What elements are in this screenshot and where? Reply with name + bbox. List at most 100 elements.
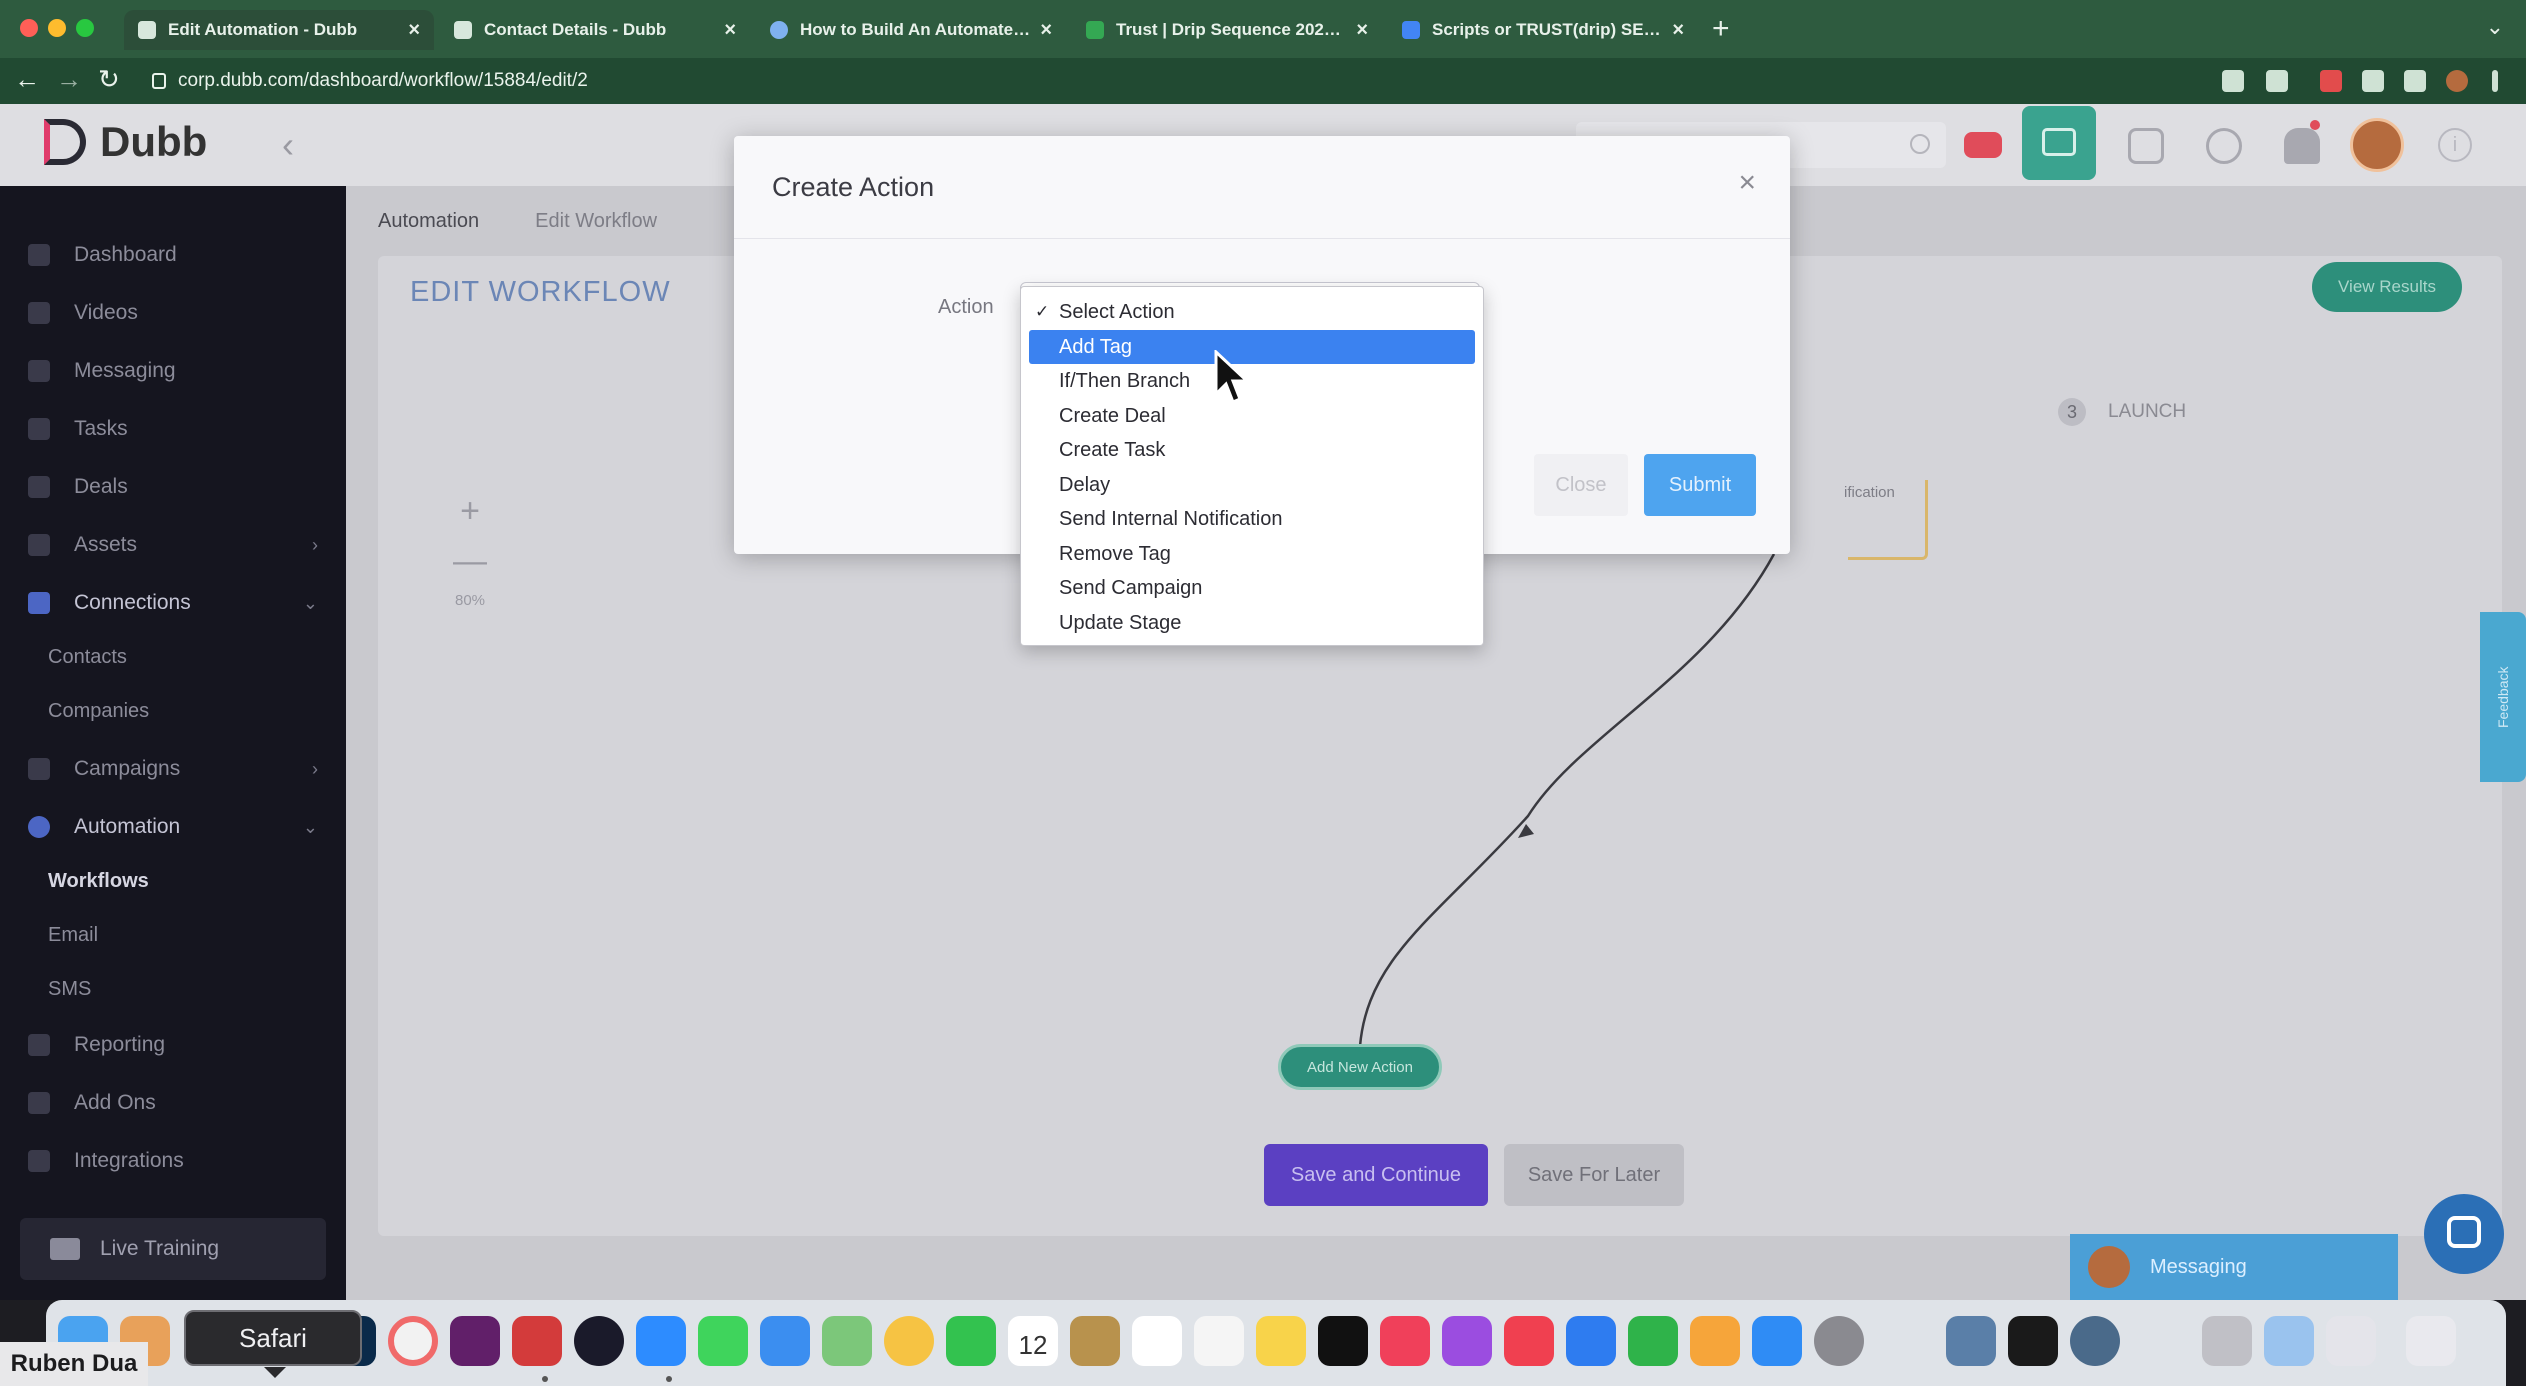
tab-close-icon[interactable]: × — [1040, 19, 1052, 42]
tab-close-icon[interactable]: × — [1356, 19, 1368, 42]
sidebar-item-messaging[interactable]: Messaging — [28, 354, 328, 388]
bell-icon[interactable] — [2284, 128, 2320, 164]
address-bar[interactable]: corp.dubb.com/dashboard/workflow/15884/e… — [152, 64, 2132, 98]
sidebar-item-campaigns[interactable]: Campaigns › — [28, 752, 328, 786]
messaging-header-button[interactable] — [2022, 106, 2096, 180]
record-video-icon[interactable] — [1964, 132, 2002, 158]
reminders-icon[interactable] — [1132, 1316, 1182, 1366]
sidebar-subitem-companies[interactable]: Companies — [48, 700, 149, 723]
reload-icon[interactable]: ↻ — [98, 64, 120, 95]
zoom-app-icon[interactable] — [636, 1316, 686, 1366]
sidebar-subitem-workflows[interactable]: Workflows — [48, 870, 149, 893]
browser-tab-how-to-build[interactable]: How to Build An Automated S × — [756, 10, 1066, 50]
minimize-window-icon[interactable] — [48, 19, 66, 37]
sidebar-item-reporting[interactable]: Reporting — [28, 1028, 328, 1062]
more-menu-icon[interactable] — [2492, 70, 2498, 92]
sidebar-subitem-sms[interactable]: SMS — [48, 978, 91, 1001]
podcasts-icon[interactable] — [1442, 1316, 1492, 1366]
sidebar-item-dashboard[interactable]: Dashboard — [28, 238, 328, 272]
keynote-icon[interactable] — [1566, 1316, 1616, 1366]
chat-launcher-button[interactable] — [2424, 1194, 2504, 1274]
calendar-dock-icon[interactable]: 12 — [1008, 1316, 1058, 1366]
notes-icon[interactable] — [1256, 1316, 1306, 1366]
quicktime-icon[interactable] — [2070, 1316, 2120, 1366]
sidebar-item-connections[interactable]: Connections ⌄ — [28, 586, 328, 620]
sidebar-item-integrations[interactable]: Integrations — [28, 1144, 328, 1178]
profile-avatar-icon[interactable] — [2446, 70, 2468, 92]
sidebar-item-assets[interactable]: Assets › — [28, 528, 328, 562]
news-icon[interactable] — [1504, 1316, 1554, 1366]
live-training-button[interactable]: Live Training — [20, 1218, 326, 1280]
sidebar-toggle-icon[interactable] — [2404, 70, 2426, 92]
slack-icon[interactable] — [450, 1316, 500, 1366]
extension-icon[interactable] — [2320, 70, 2342, 92]
back-arrow-icon[interactable]: ← — [14, 64, 40, 95]
contacts-icon[interactable] — [1070, 1316, 1120, 1366]
trash-icon[interactable] — [2406, 1316, 2456, 1366]
user-avatar[interactable] — [2350, 118, 2404, 172]
preview-icon[interactable] — [1946, 1316, 1996, 1366]
option-send-internal-notification[interactable]: Send Internal Notification — [1029, 502, 1475, 537]
option-send-campaign[interactable]: Send Campaign — [1029, 571, 1475, 606]
close-button[interactable]: Close — [1534, 454, 1628, 516]
close-window-icon[interactable] — [20, 19, 38, 37]
modal-close-icon[interactable]: × — [1738, 166, 1756, 200]
sidebar-item-videos[interactable]: Videos — [28, 296, 328, 330]
save-and-continue-button[interactable]: Save and Continue — [1264, 1144, 1488, 1206]
breadcrumb-automation[interactable]: Automation — [378, 210, 479, 233]
asana-icon[interactable] — [388, 1316, 438, 1366]
browser-tab-trust-drip[interactable]: Trust | Drip Sequence 2022 - C × — [1072, 10, 1382, 50]
sidebar-subitem-email[interactable]: Email — [48, 924, 98, 947]
messaging-widget[interactable]: Messaging — [2070, 1234, 2398, 1300]
maximize-window-icon[interactable] — [76, 19, 94, 37]
tab-close-icon[interactable]: × — [724, 19, 736, 42]
app-store-icon[interactable] — [1752, 1316, 1802, 1366]
numbers-icon[interactable] — [1628, 1316, 1678, 1366]
maps-icon[interactable] — [822, 1316, 872, 1366]
feedback-tab[interactable]: Feedback — [2480, 612, 2526, 782]
option-update-stage[interactable]: Update Stage — [1029, 606, 1475, 641]
apple-tv-icon[interactable] — [1318, 1316, 1368, 1366]
option-delay[interactable]: Delay — [1029, 468, 1475, 503]
add-new-action-button[interactable]: Add New Action — [1278, 1044, 1442, 1090]
option-select-action[interactable]: Select Action — [1029, 295, 1475, 330]
browser-tab-scripts[interactable]: Scripts or TRUST(drip) SEQUE × — [1388, 10, 1698, 50]
browser-tab-contact-details[interactable]: Contact Details - Dubb × — [440, 10, 750, 50]
save-for-later-button[interactable]: Save For Later — [1504, 1144, 1684, 1206]
puzzle-extension-icon[interactable] — [2362, 70, 2384, 92]
collapse-sidebar-chevron-icon[interactable]: ‹ — [282, 124, 294, 166]
submit-button[interactable]: Submit — [1644, 454, 1756, 516]
sidebar-item-tasks[interactable]: Tasks — [28, 412, 328, 446]
messages-icon[interactable] — [698, 1316, 748, 1366]
screen-recorder-icon[interactable] — [512, 1316, 562, 1366]
downloads-folder-icon[interactable] — [2264, 1316, 2314, 1366]
info-icon[interactable]: i — [2438, 128, 2472, 162]
facetime-icon[interactable] — [946, 1316, 996, 1366]
new-tab-button[interactable]: + — [1712, 12, 1730, 46]
photos-icon[interactable] — [884, 1316, 934, 1366]
forward-arrow-icon[interactable]: → — [56, 64, 82, 95]
calendar-icon[interactable] — [2128, 128, 2164, 164]
sidebar-item-deals[interactable]: Deals — [28, 470, 328, 504]
mail-icon[interactable] — [760, 1316, 810, 1366]
tab-close-icon[interactable]: × — [408, 19, 420, 42]
share-icon[interactable] — [2222, 70, 2244, 92]
option-create-task[interactable]: Create Task — [1029, 433, 1475, 468]
keypad-app-icon[interactable] — [574, 1316, 624, 1366]
documents-folder-icon[interactable] — [2326, 1316, 2376, 1366]
sidebar-subitem-contacts[interactable]: Contacts — [48, 646, 127, 669]
bookmark-star-icon[interactable] — [2266, 70, 2288, 92]
comment-icon[interactable] — [2206, 128, 2242, 164]
utility-icon[interactable] — [2202, 1316, 2252, 1366]
sidebar-item-automation[interactable]: Automation ⌄ — [28, 810, 328, 844]
tab-list-chevron-icon[interactable]: ⌄ — [2486, 14, 2504, 40]
system-settings-icon[interactable] — [1814, 1316, 1864, 1366]
terminal-icon[interactable] — [2008, 1316, 2058, 1366]
dubb-logo[interactable]: Dubb — [44, 118, 207, 166]
freeform-icon[interactable] — [1194, 1316, 1244, 1366]
tab-close-icon[interactable]: × — [1672, 19, 1684, 42]
pages-icon[interactable] — [1690, 1316, 1740, 1366]
sidebar-item-add-ons[interactable]: Add Ons — [28, 1086, 328, 1120]
music-icon[interactable] — [1380, 1316, 1430, 1366]
option-remove-tag[interactable]: Remove Tag — [1029, 537, 1475, 572]
